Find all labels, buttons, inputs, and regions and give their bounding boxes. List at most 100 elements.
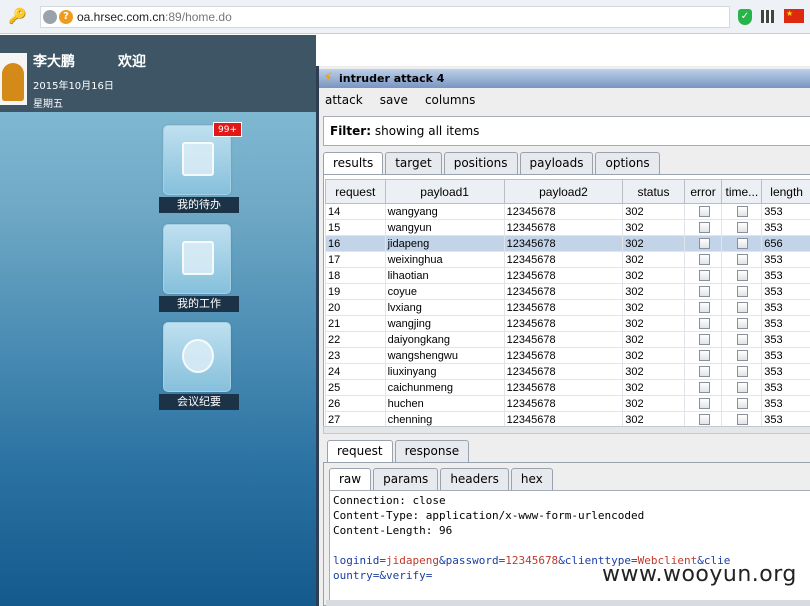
cell-payload1: wangjing — [384, 315, 505, 332]
cell-length: 353 — [761, 331, 810, 348]
table-row[interactable]: 15 wangyun 12345678 302 353 — [325, 219, 810, 236]
checkbox-icon — [737, 286, 749, 298]
cell-error — [683, 235, 723, 252]
col-timeout[interactable]: time... — [721, 179, 763, 204]
cell-status: 302 — [622, 347, 685, 364]
tab-positions[interactable]: positions — [443, 152, 518, 174]
globe-icon — [43, 10, 57, 24]
horizontal-scrollbar[interactable] — [323, 426, 810, 434]
cell-error — [683, 283, 723, 300]
checkbox-icon — [698, 334, 710, 346]
checkbox-icon — [737, 382, 749, 394]
checkbox-icon — [737, 334, 749, 346]
cell-payload1: jidapeng — [384, 235, 505, 252]
table-row[interactable]: 16 jidapeng 12345678 302 656 — [325, 235, 810, 252]
cell-payload2: 12345678 — [503, 251, 624, 268]
table-row[interactable]: 18 lihaotian 12345678 302 353 — [325, 267, 810, 284]
table-row[interactable]: 17 weixinghua 12345678 302 353 — [325, 251, 810, 268]
tab-options[interactable]: options — [595, 152, 660, 174]
cell-status: 302 — [622, 315, 685, 332]
cell-request: 14 — [325, 203, 386, 220]
cell-payload1: caichunmeng — [384, 379, 505, 396]
cell-length: 353 — [761, 347, 810, 364]
tab-headers[interactable]: headers — [440, 468, 509, 490]
cell-timeout — [721, 251, 763, 268]
todo-count-badge: 99+ — [213, 122, 242, 137]
cell-length: 353 — [761, 363, 810, 380]
tab-hex[interactable]: hex — [510, 468, 553, 490]
table-row[interactable]: 22 daiyongkang 12345678 302 353 — [325, 331, 810, 348]
cell-request: 23 — [325, 347, 386, 364]
col-payload1[interactable]: payload1 — [384, 179, 505, 204]
key-icon[interactable]: 🔑 — [8, 7, 27, 25]
col-request[interactable]: request — [325, 179, 386, 204]
cell-error — [683, 251, 723, 268]
table-row[interactable]: 26 huchen 12345678 302 353 — [325, 395, 810, 412]
table-row[interactable]: 14 wangyang 12345678 302 353 — [325, 203, 810, 220]
tab-raw[interactable]: raw — [329, 468, 372, 490]
cell-error — [683, 267, 723, 284]
current-date: 2015年10月16日 — [33, 81, 114, 92]
avatar[interactable] — [0, 53, 27, 105]
cell-status: 302 — [622, 267, 685, 284]
cell-request: 17 — [325, 251, 386, 268]
cell-length: 353 — [761, 283, 810, 300]
china-flag-icon[interactable]: ★ — [784, 9, 804, 23]
table-row[interactable]: 24 liuxinyang 12345678 302 353 — [325, 363, 810, 380]
menu-save[interactable]: save — [380, 88, 408, 112]
qr-code-icon[interactable] — [761, 10, 774, 23]
col-error[interactable]: error — [683, 179, 723, 204]
lightning-icon: ⚡ — [323, 70, 333, 86]
oa-portal: 李大鹏 欢迎 2015年10月16日 星期五 99+ 我的待办 我的工作 会议纪… — [0, 35, 316, 606]
current-weekday: 星期五 — [33, 99, 63, 110]
table-row[interactable]: 25 caichunmeng 12345678 302 353 — [325, 379, 810, 396]
table-row[interactable]: 19 coyue 12345678 302 353 — [325, 283, 810, 300]
security-shield-icon[interactable]: ✓ — [738, 9, 752, 25]
printer-icon — [163, 224, 231, 294]
cell-payload2: 12345678 — [503, 331, 624, 348]
filter-bar[interactable]: Filter: showing all items — [323, 116, 810, 146]
cell-request: 22 — [325, 331, 386, 348]
cell-timeout — [721, 347, 763, 364]
cell-length: 353 — [761, 251, 810, 268]
tab-payloads[interactable]: payloads — [519, 152, 594, 174]
col-payload2[interactable]: payload2 — [503, 179, 624, 204]
col-status[interactable]: status — [622, 179, 685, 204]
cell-timeout — [721, 331, 763, 348]
tab-response[interactable]: response — [394, 440, 470, 462]
cell-request: 25 — [325, 379, 386, 396]
cell-error — [683, 299, 723, 316]
cell-length: 353 — [761, 203, 810, 220]
menu-attack[interactable]: attack — [325, 88, 363, 112]
cell-status: 302 — [622, 235, 685, 252]
checkbox-icon — [698, 366, 710, 378]
tab-results[interactable]: results — [323, 152, 384, 174]
raw-request-text[interactable]: Connection: close Content-Type: applicati… — [329, 490, 810, 606]
cell-length: 353 — [761, 379, 810, 396]
cell-timeout — [721, 235, 763, 252]
cell-status: 302 — [622, 299, 685, 316]
col-length[interactable]: length — [761, 179, 810, 204]
checkbox-icon — [737, 318, 749, 330]
cell-error — [683, 331, 723, 348]
table-row[interactable]: 23 wangshengwu 12345678 302 353 — [325, 347, 810, 364]
table-row[interactable]: 20 lvxiang 12345678 302 353 — [325, 299, 810, 316]
url-field[interactable]: ? oa.hrsec.com.cn:89/home.do — [40, 6, 730, 28]
tab-request[interactable]: request — [327, 440, 393, 462]
filter-label: Filter: — [330, 124, 372, 138]
results-rows: 14 wangyang 12345678 302 353 15 wangyun 1234567… — [325, 203, 810, 428]
tab-target[interactable]: target — [385, 152, 442, 174]
checkbox-icon — [698, 286, 710, 298]
cell-length: 656 — [761, 235, 810, 252]
cell-timeout — [721, 299, 763, 316]
cell-payload1: weixinghua — [384, 251, 505, 268]
url-text[interactable]: oa.hrsec.com.cn:89/home.do — [77, 10, 232, 24]
cell-error — [683, 347, 723, 364]
menu-columns[interactable]: columns — [425, 88, 475, 112]
window-title-bar[interactable]: ⚡ intruder attack 4 — [319, 69, 810, 88]
cell-payload1: coyue — [384, 283, 505, 300]
table-row[interactable]: 21 wangjing 12345678 302 353 — [325, 315, 810, 332]
tab-params[interactable]: params — [373, 468, 439, 490]
warning-icon[interactable]: ? — [59, 10, 73, 24]
checkbox-icon — [737, 302, 749, 314]
